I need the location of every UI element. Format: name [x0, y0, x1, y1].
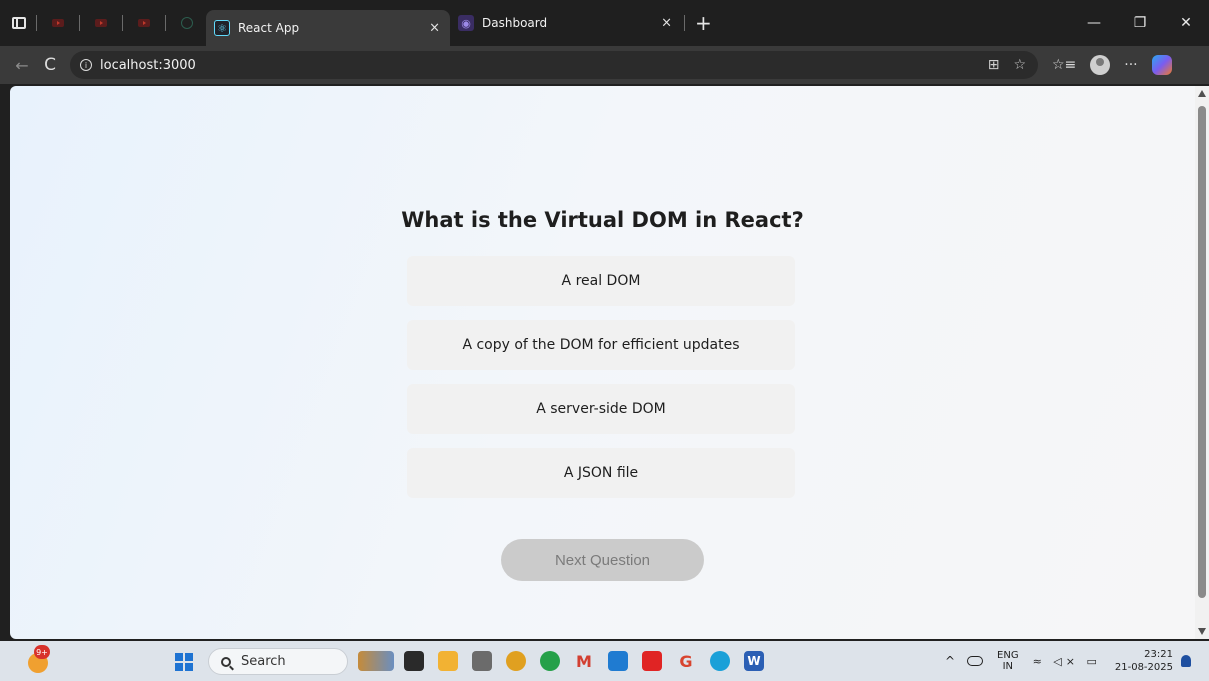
- react-tab[interactable]: [176, 12, 198, 34]
- scroll-up-icon[interactable]: [1198, 90, 1206, 97]
- favorite-star-icon[interactable]: ☆: [1013, 57, 1026, 73]
- quiz-card: What is the Virtual DOM in React? A real…: [10, 86, 1195, 639]
- tab-title: React App: [238, 21, 300, 35]
- whatsapp-icon[interactable]: [540, 651, 560, 671]
- search-placeholder: Search: [241, 654, 286, 669]
- show-hidden-icons-button[interactable]: ^: [945, 654, 955, 668]
- tab-separator: [122, 15, 123, 31]
- weather-widget[interactable]: 9+: [26, 645, 50, 673]
- restore-button[interactable]: ❐: [1117, 15, 1163, 31]
- dashboard-icon: ◉: [458, 15, 474, 31]
- copilot-icon[interactable]: [1151, 55, 1172, 75]
- answer-option[interactable]: A real DOM: [407, 256, 795, 306]
- lang-code: ENG: [997, 650, 1019, 661]
- react-icon: ⚛: [214, 20, 230, 36]
- youtube-tab[interactable]: [133, 12, 155, 34]
- youtube-tab[interactable]: [47, 12, 69, 34]
- windows-logo-icon: [185, 653, 193, 661]
- browser-toolbar: ☆≡ ···: [1052, 55, 1172, 75]
- more-menu-icon[interactable]: ···: [1124, 57, 1137, 73]
- start-button[interactable]: [175, 653, 193, 671]
- windows-logo-icon: [185, 663, 193, 671]
- tab-title: Dashboard: [482, 16, 548, 30]
- tab-separator: [79, 15, 80, 31]
- mona-lisa-widget-icon[interactable]: [358, 651, 394, 671]
- vscode-icon[interactable]: [608, 651, 628, 671]
- window-controls: — ❐ ✕: [1071, 0, 1209, 46]
- lang-region: IN: [1002, 661, 1014, 672]
- close-window-button[interactable]: ✕: [1163, 15, 1209, 31]
- chrome-icon[interactable]: [506, 651, 526, 671]
- camera-icon[interactable]: [472, 651, 492, 671]
- scroll-down-icon[interactable]: [1198, 628, 1206, 635]
- windows-logo-icon: [175, 663, 183, 671]
- scrollbar-thumb[interactable]: [1198, 106, 1206, 598]
- onedrive-icon[interactable]: [967, 656, 984, 666]
- back-button[interactable]: ←: [8, 56, 36, 75]
- favorites-list-icon[interactable]: ☆≡: [1052, 57, 1076, 73]
- profile-avatar[interactable]: [1090, 55, 1111, 75]
- tab-separator: [36, 15, 37, 31]
- new-tab-button[interactable]: +: [695, 11, 712, 35]
- question-title: What is the Virtual DOM in React?: [401, 208, 804, 232]
- reload-button[interactable]: C: [36, 55, 64, 75]
- word-icon[interactable]: W: [744, 651, 764, 671]
- close-tab-button[interactable]: ×: [429, 21, 440, 36]
- system-tray: ^ ENG IN ≈ ◁× ▭ 23:21 21-08-2025: [945, 641, 1209, 681]
- close-tab-button[interactable]: ×: [661, 16, 672, 31]
- tab-actions-icon[interactable]: [12, 17, 26, 29]
- tab-dashboard[interactable]: ◉ Dashboard ×: [450, 7, 682, 39]
- url-text: localhost:3000: [100, 57, 196, 73]
- clock-date: 21-08-2025: [1114, 662, 1173, 673]
- notification-badge: 9+: [34, 645, 50, 659]
- omnibox-actions: ⊞ ☆: [988, 51, 1026, 79]
- answer-option[interactable]: A JSON file: [407, 448, 795, 498]
- answer-option[interactable]: A copy of the DOM for efficient updates: [407, 320, 795, 370]
- tab-react-app[interactable]: ⚛ React App ×: [206, 10, 450, 46]
- clock-time: 23:21: [1144, 649, 1173, 660]
- edge-icon[interactable]: [710, 651, 730, 671]
- clock[interactable]: 23:21 21-08-2025: [1115, 648, 1173, 674]
- windows-taskbar: 9+ Search M G W ^ ENG IN ≈ ◁× ▭ 23:21 21…: [0, 641, 1209, 681]
- language-indicator[interactable]: ENG IN: [997, 650, 1019, 672]
- split-screen-icon[interactable]: ⊞: [988, 57, 1000, 73]
- page-scrollbar[interactable]: [1195, 86, 1209, 639]
- network-volume-battery-icons[interactable]: ≈ ◁× ▭: [1033, 655, 1101, 668]
- windows-logo-icon: [175, 653, 183, 661]
- site-info-icon[interactable]: i: [80, 59, 92, 71]
- youtube-icon: [52, 19, 64, 27]
- gmail-icon[interactable]: M: [574, 651, 594, 671]
- answer-option[interactable]: A server-side DOM: [407, 384, 795, 434]
- file-explorer-icon[interactable]: [438, 651, 458, 671]
- tab-separator: [165, 15, 166, 31]
- react-icon: [181, 17, 193, 29]
- address-bar: ← C i localhost:3000 ⊞ ☆ ☆≡ ···: [0, 46, 1209, 84]
- url-input[interactable]: i localhost:3000 ⊞ ☆: [70, 51, 1038, 79]
- youtube-icon: [95, 19, 107, 27]
- minimize-button[interactable]: —: [1071, 15, 1117, 31]
- page-viewport: What is the Virtual DOM in React? A real…: [10, 86, 1195, 639]
- tab-separator: [684, 15, 685, 31]
- youtube-tab[interactable]: [90, 12, 112, 34]
- notification-bell-icon[interactable]: [1181, 655, 1191, 667]
- next-question-button[interactable]: Next Question: [501, 539, 704, 581]
- taskbar-search[interactable]: Search: [208, 648, 348, 675]
- google-icon[interactable]: G: [676, 651, 696, 671]
- youtube-icon[interactable]: [642, 651, 662, 671]
- search-icon: [221, 656, 231, 667]
- task-view-icon[interactable]: [404, 651, 424, 671]
- browser-tab-bar: ⚛ React App × ◉ Dashboard × + — ❐ ✕: [0, 0, 1209, 46]
- youtube-icon: [138, 19, 150, 27]
